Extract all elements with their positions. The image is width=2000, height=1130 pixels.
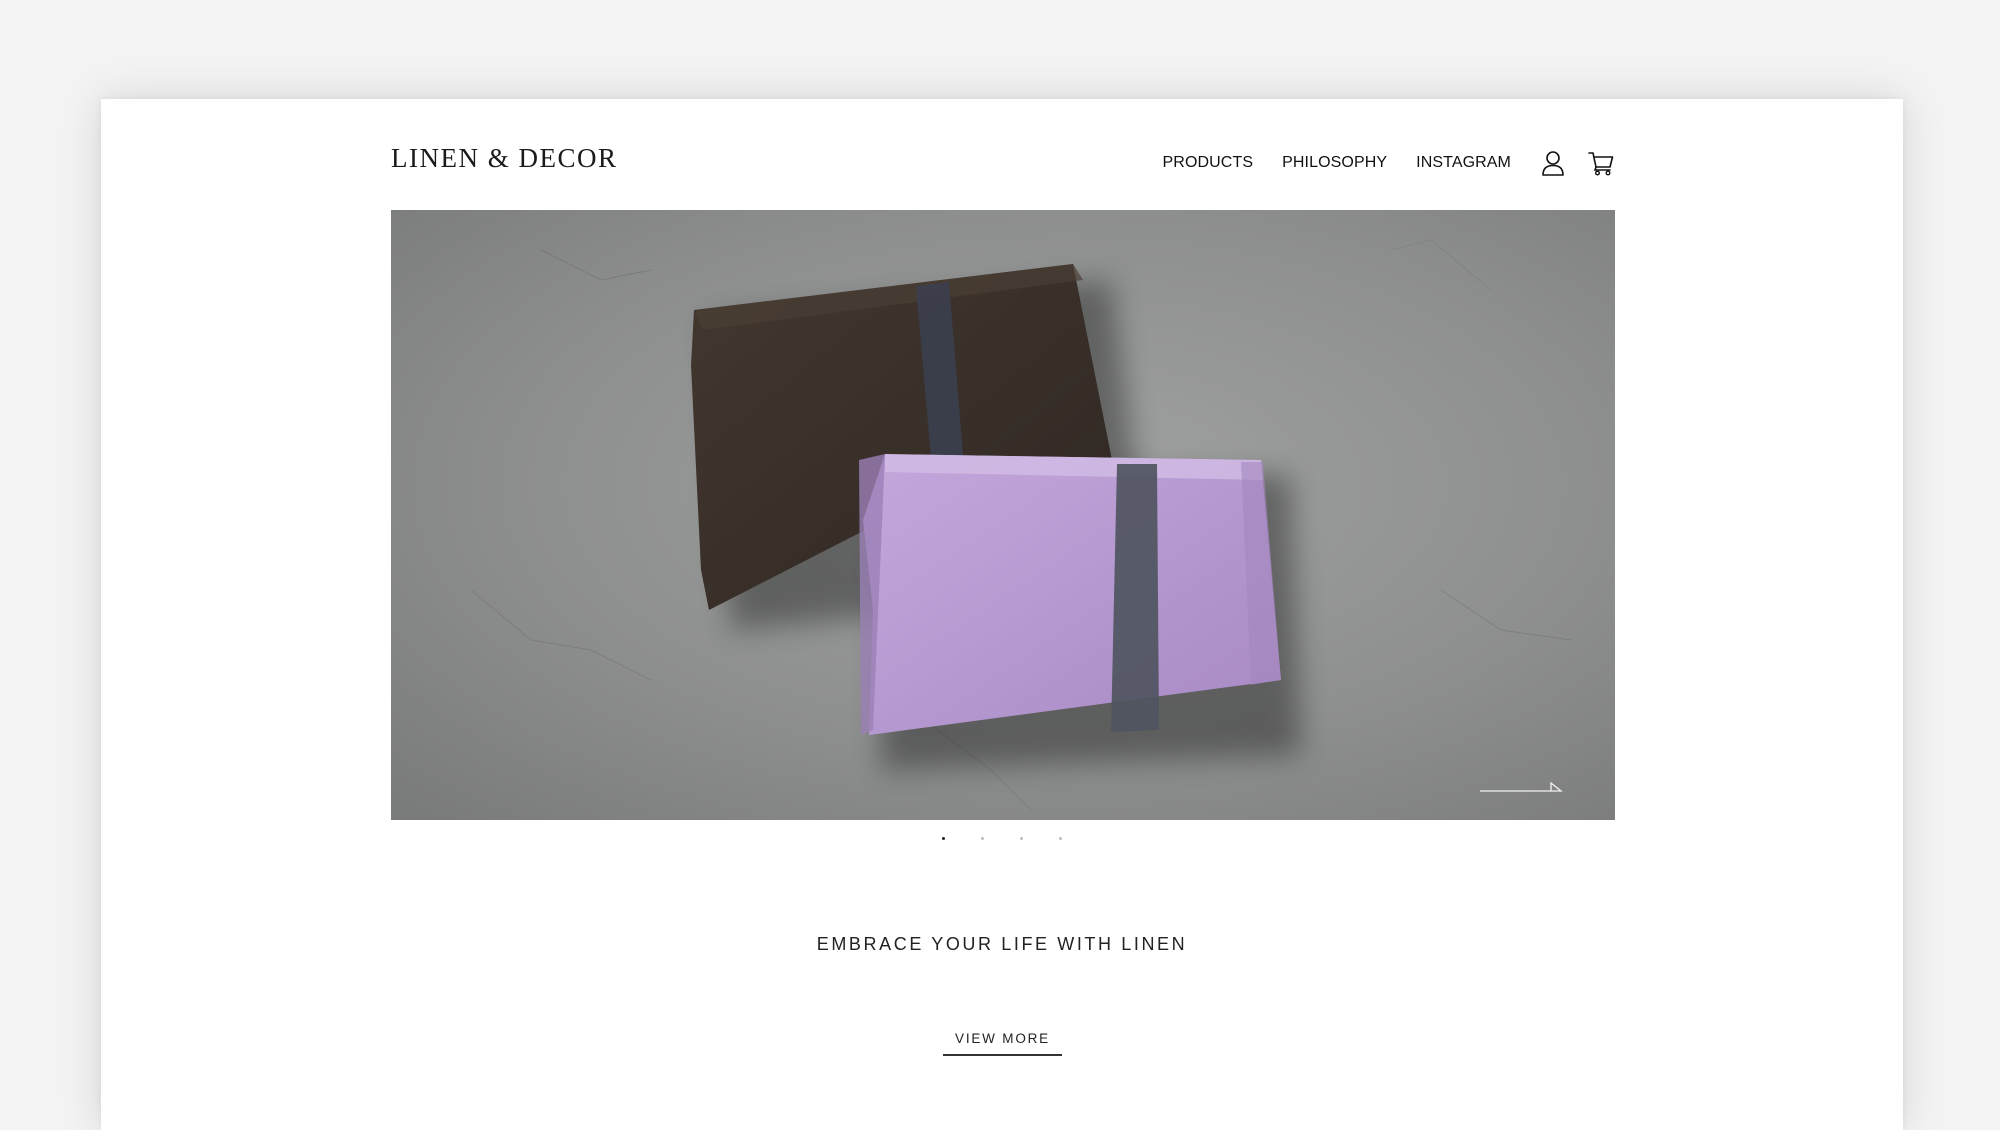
hero-slider[interactable] — [391, 210, 1615, 820]
cart-icon[interactable] — [1587, 149, 1615, 177]
carousel-dots — [101, 837, 1903, 840]
carousel-dot[interactable] — [981, 837, 984, 840]
site-header: LINEN & DECOR PRODUCTS PHILOSOPHY INSTAG… — [391, 137, 1615, 189]
main-nav: PRODUCTS PHILOSOPHY INSTAGRAM — [1163, 137, 1615, 189]
arrow-right-icon[interactable] — [1479, 780, 1563, 794]
carousel-dot[interactable] — [942, 837, 945, 840]
nav-instagram[interactable]: INSTAGRAM — [1416, 154, 1511, 172]
nav-products[interactable]: PRODUCTS — [1163, 154, 1254, 172]
view-more-button[interactable]: VIEW MORE — [943, 1031, 1062, 1056]
nav-philosophy[interactable]: PHILOSOPHY — [1282, 154, 1387, 172]
carousel-dot[interactable] — [1020, 837, 1023, 840]
hero-image — [391, 210, 1615, 820]
carousel-dot[interactable] — [1059, 837, 1062, 840]
user-icon[interactable] — [1539, 149, 1567, 177]
browser-page: LINEN & DECOR PRODUCTS PHILOSOPHY INSTAG… — [101, 99, 1903, 1130]
tagline: EMBRACE YOUR LIFE WITH LINEN — [816, 934, 1188, 954]
site-logo[interactable]: LINEN & DECOR — [391, 143, 617, 174]
